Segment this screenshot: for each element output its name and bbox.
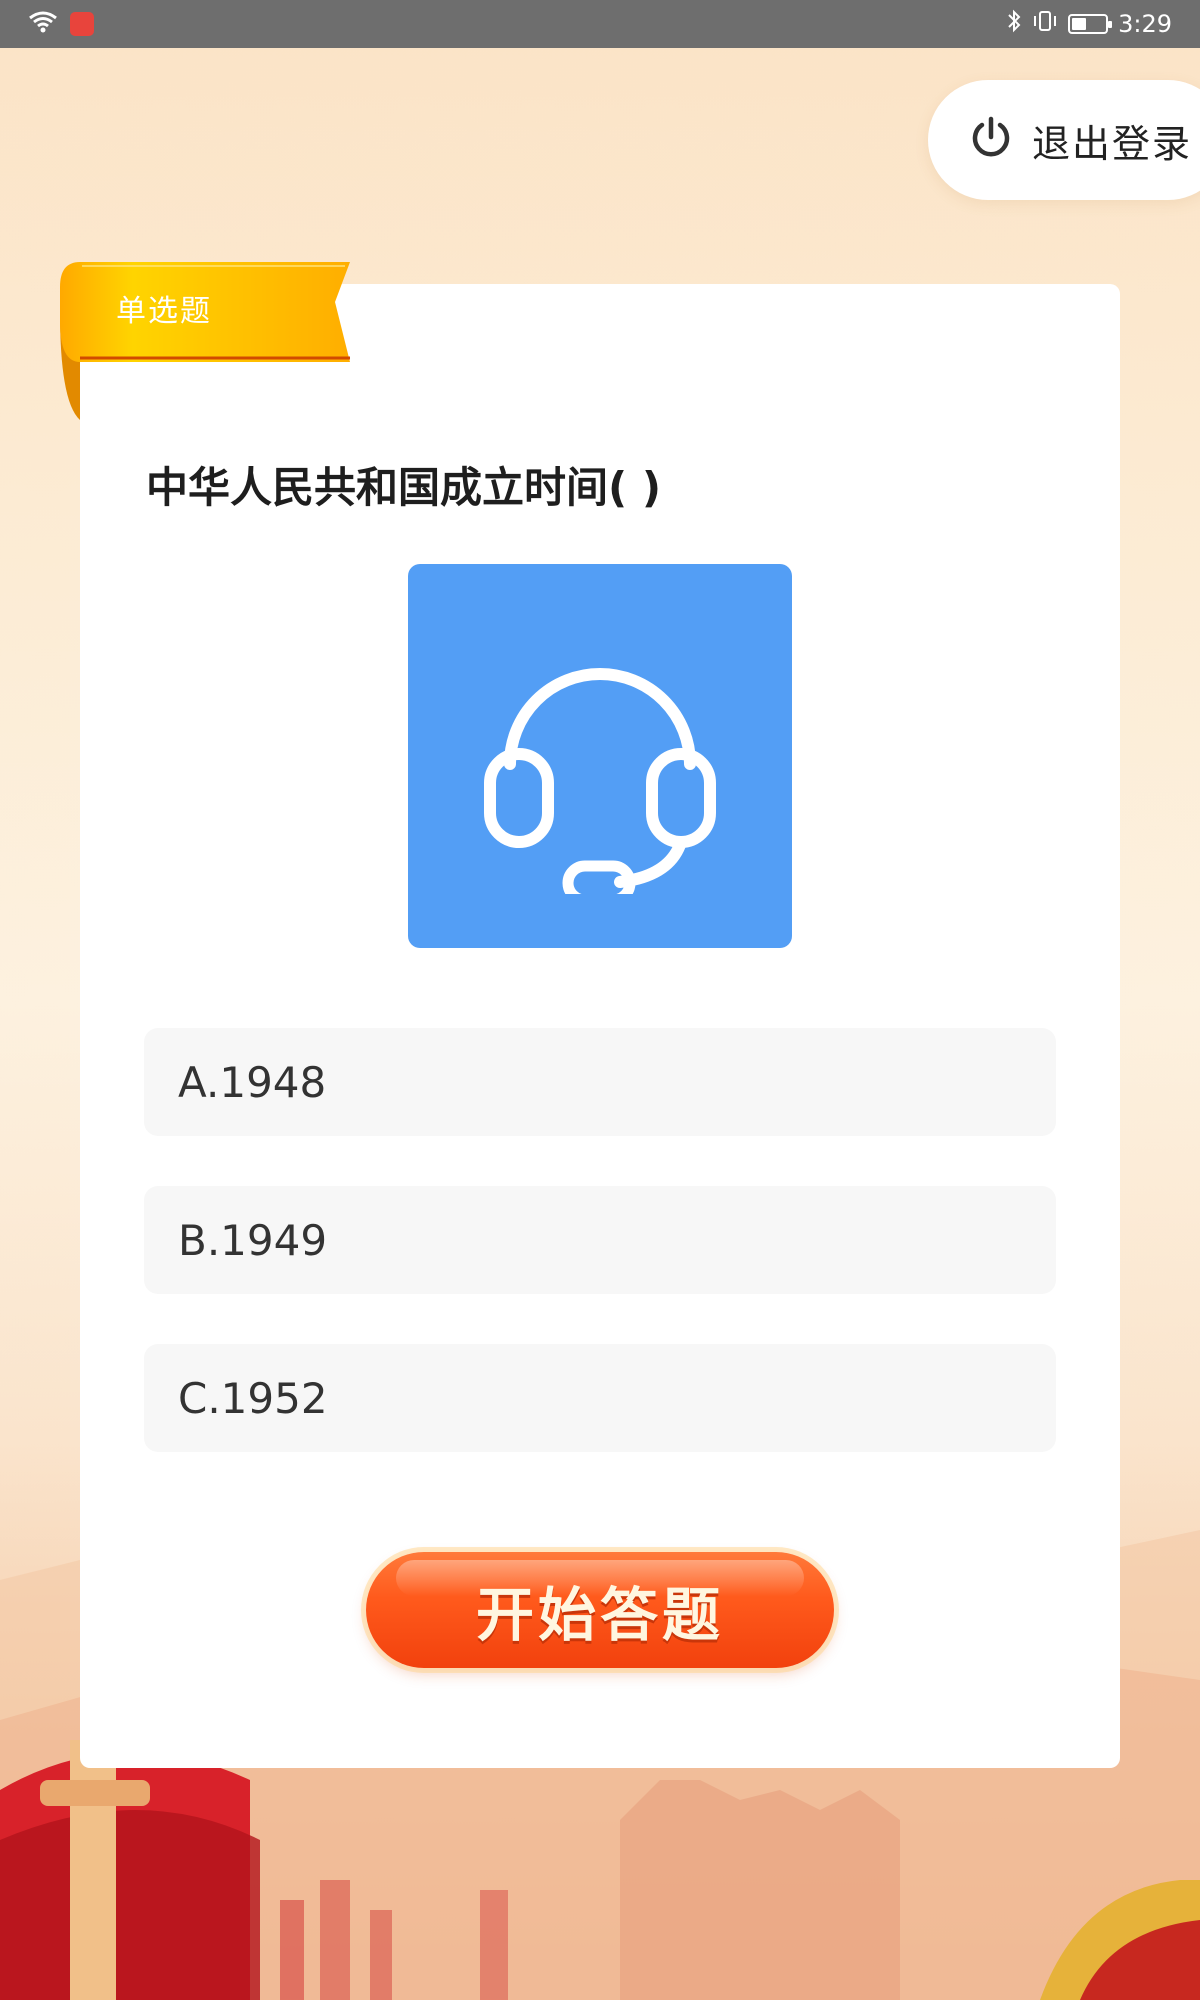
status-bar: 3:29: [0, 0, 1200, 48]
question-text: 中华人民共和国成立时间( ): [146, 463, 662, 512]
app-badge-icon: [70, 12, 94, 36]
start-answer-label: 开始答题: [475, 1581, 724, 1649]
status-time: 3:29: [1118, 10, 1172, 38]
question-type-label: 单选题: [116, 294, 212, 329]
logout-label: 退出登录: [1032, 121, 1193, 166]
status-left: [28, 10, 94, 38]
status-right: 3:29: [1006, 9, 1172, 39]
option-b[interactable]: B.1949: [144, 1186, 1056, 1294]
start-answer-button[interactable]: 开始答题: [366, 1552, 834, 1668]
vibrate-icon: [1032, 9, 1058, 39]
wifi-icon: [28, 10, 58, 38]
option-c[interactable]: C.1952: [144, 1344, 1056, 1452]
logout-button[interactable]: 退出登录: [928, 80, 1200, 200]
bluetooth-icon: [1006, 9, 1022, 39]
option-a[interactable]: A.1948: [144, 1028, 1056, 1136]
headset-icon: [460, 614, 740, 906]
question-image: [408, 564, 792, 948]
battery-icon: [1068, 14, 1113, 34]
power-icon: [968, 115, 1014, 165]
